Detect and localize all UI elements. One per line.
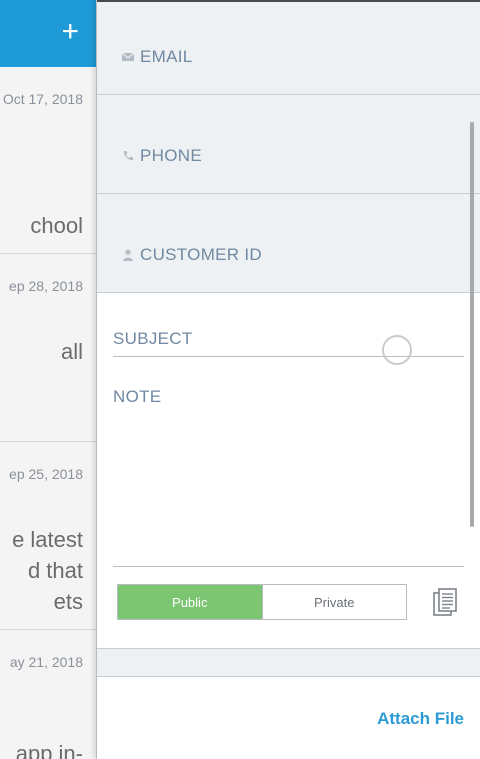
status-bar-edge (97, 0, 480, 2)
phone-field[interactable]: PHONE (97, 95, 480, 194)
visibility-toggle: Public Private (117, 584, 407, 620)
new-ticket-form: EMAIL PHONE CUSTOMER ID SUBJECT NOTE Pub… (97, 0, 480, 759)
ticket-list-item[interactable]: Oct 17, 2018 chool (0, 67, 96, 254)
ticket-date: Oct 17, 2018 (2, 91, 83, 107)
customer-id-label: CUSTOMER ID (140, 245, 262, 264)
form-scrollbar[interactable] (470, 122, 474, 527)
note-input[interactable]: NOTE (113, 387, 161, 407)
email-field[interactable]: EMAIL (97, 0, 480, 95)
documents-icon[interactable] (433, 588, 459, 618)
ticket-date: ep 25, 2018 (9, 466, 83, 482)
attach-file-button[interactable]: Attach File (377, 709, 464, 729)
ticket-list-header: + (0, 0, 96, 67)
ticket-snippet: d that (27, 558, 83, 583)
ticket-date: ep 28, 2018 (9, 278, 83, 294)
ticket-list-item[interactable]: ay 21, 2018 app in- (0, 630, 96, 759)
subject-input[interactable]: SUBJECT (113, 329, 193, 349)
public-option[interactable]: Public (118, 585, 262, 619)
envelope-icon (122, 52, 134, 61)
phone-label: PHONE (140, 146, 202, 165)
subject-underline (113, 356, 464, 357)
person-icon (123, 249, 133, 261)
ticket-snippet: all (60, 339, 83, 364)
email-label: EMAIL (140, 47, 193, 66)
customer-id-field[interactable]: CUSTOMER ID (97, 194, 480, 293)
private-option[interactable]: Private (261, 585, 406, 619)
ticket-snippet: chool (30, 213, 83, 238)
ticket-list-item[interactable]: ep 28, 2018 all (0, 254, 96, 442)
touch-indicator (382, 335, 412, 365)
section-divider (97, 648, 480, 677)
ticket-snippet: e latest (12, 527, 83, 552)
add-ticket-button[interactable]: + (61, 14, 79, 50)
ticket-list-item[interactable]: ep 25, 2018 e latest d that ets (0, 442, 96, 630)
ticket-list-pane: + Oct 17, 2018 chool ep 28, 2018 all ep … (0, 0, 97, 759)
ticket-snippet: app in- (15, 741, 83, 759)
note-underline (113, 566, 464, 567)
ticket-snippet: ets (53, 589, 83, 614)
ticket-date: ay 21, 2018 (9, 654, 83, 670)
phone-icon (123, 151, 133, 161)
